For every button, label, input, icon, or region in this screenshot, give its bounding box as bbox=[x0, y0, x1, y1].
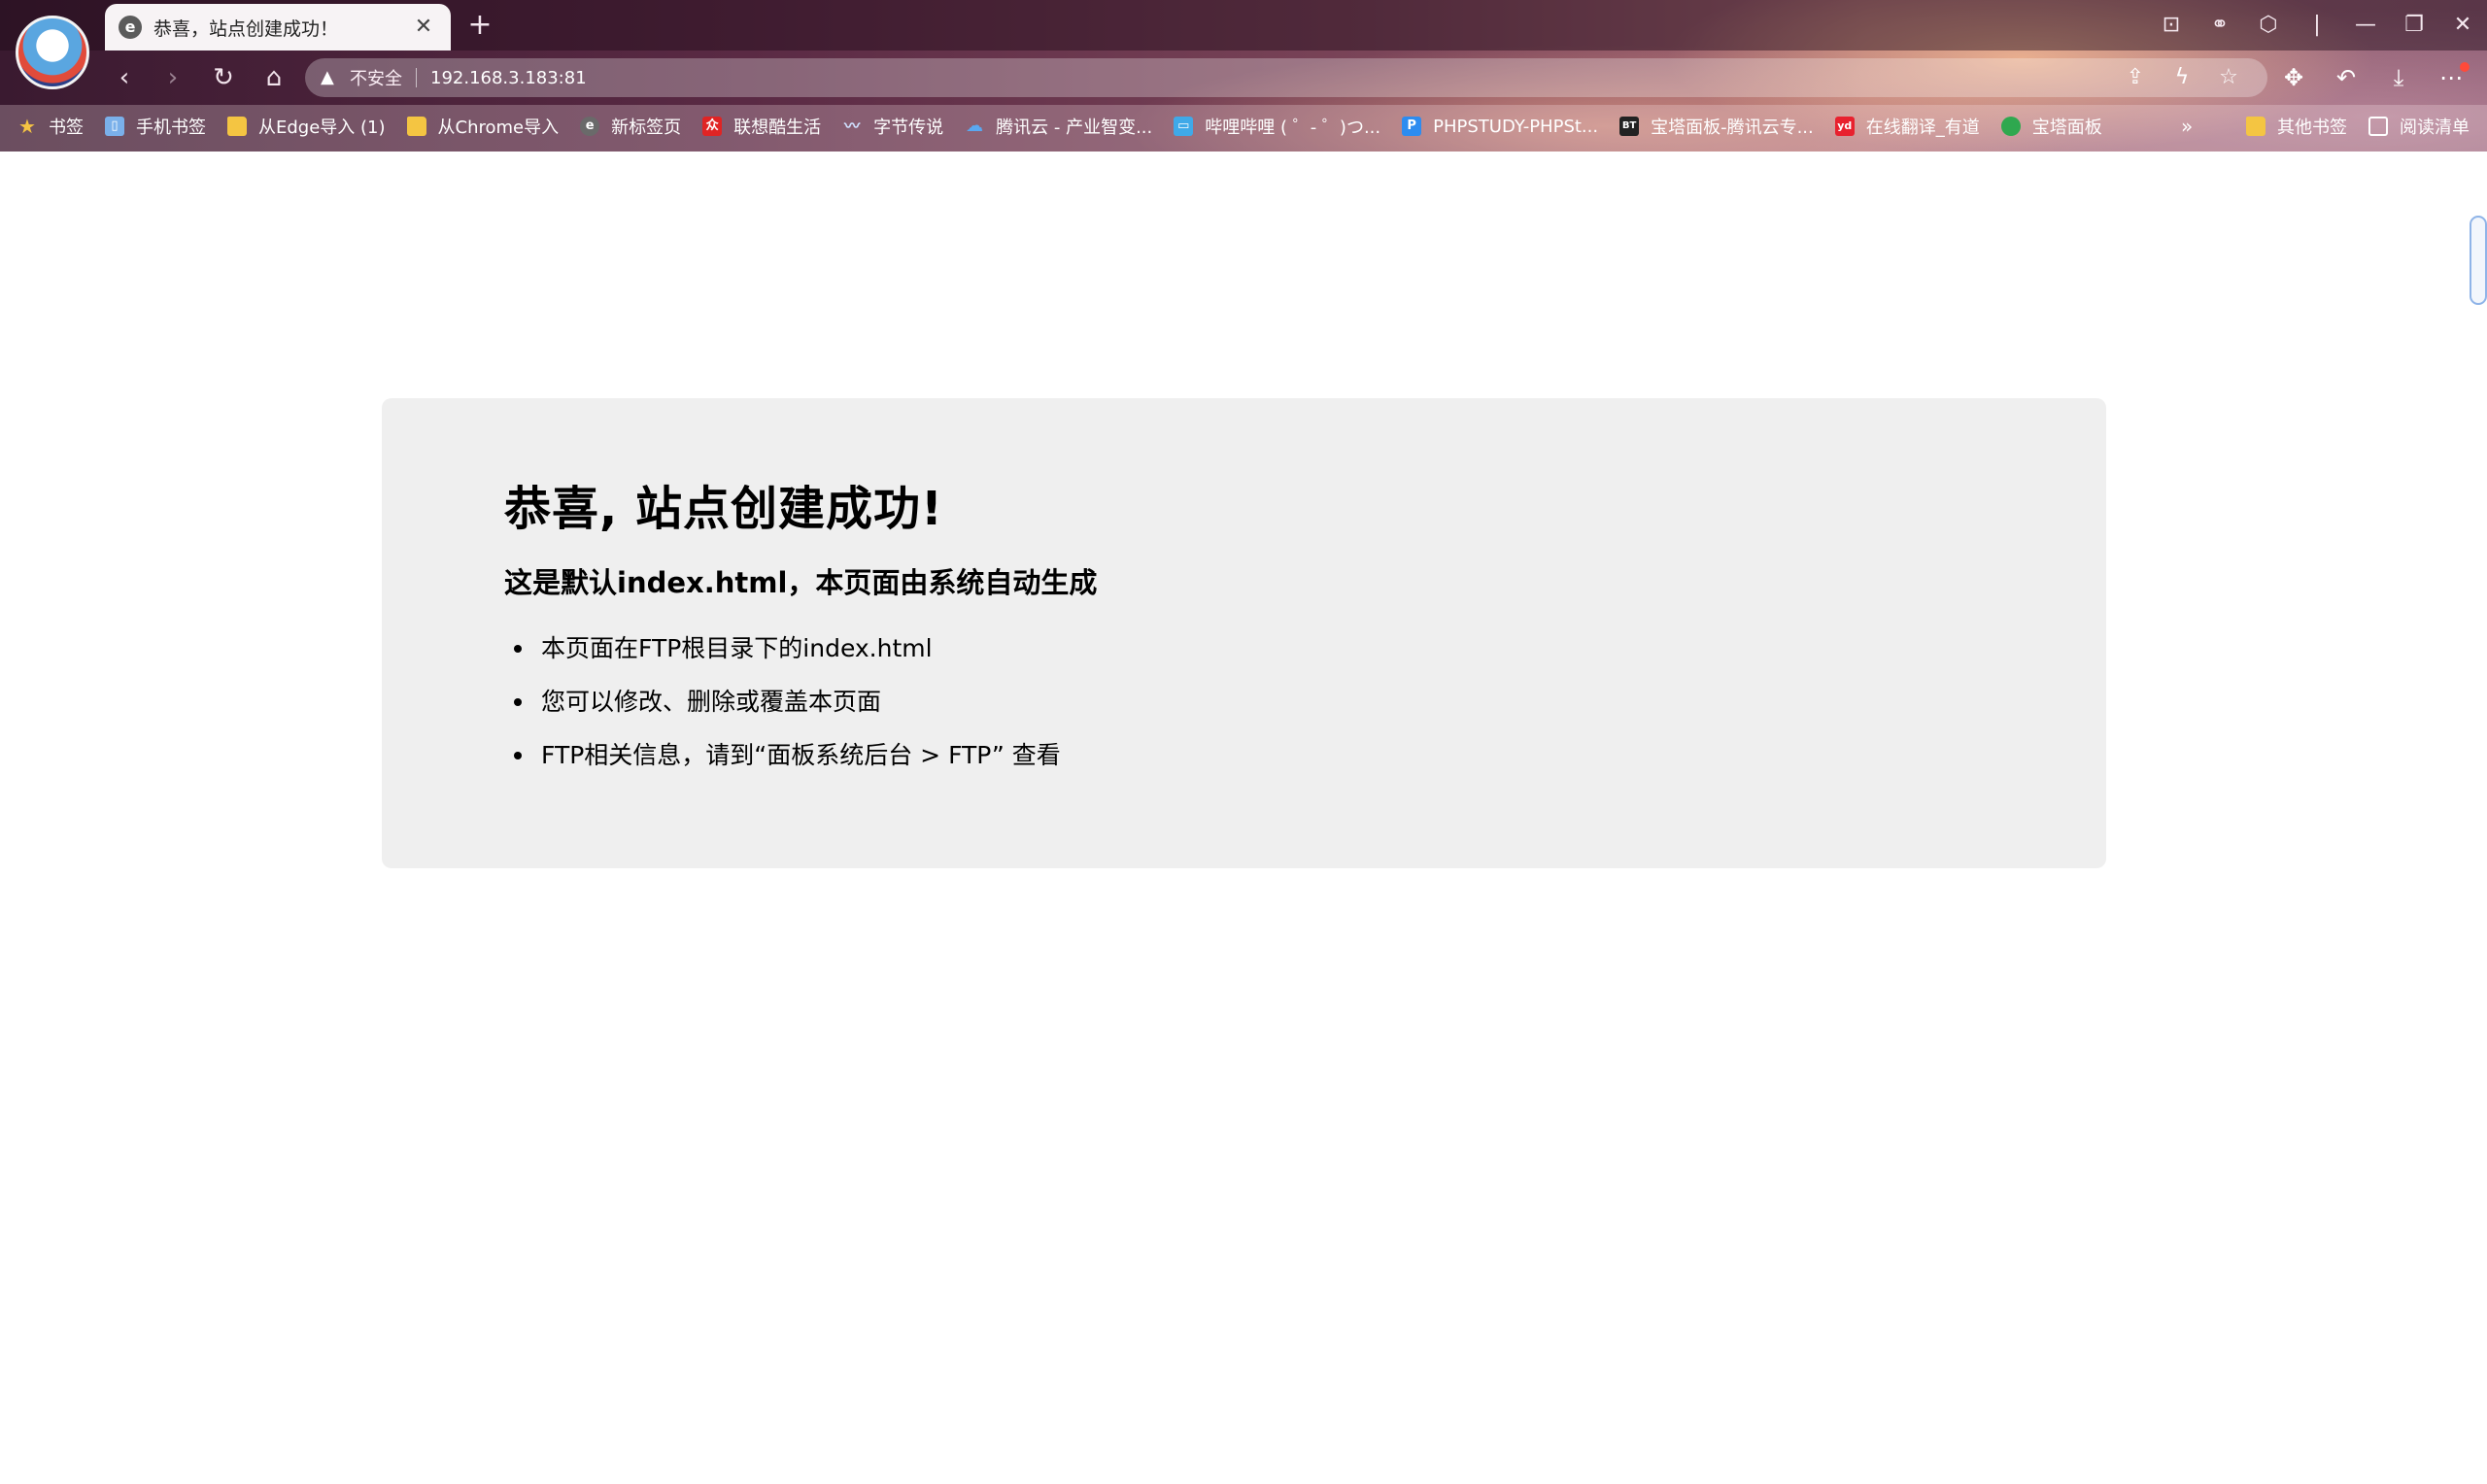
bookmark-item[interactable]: 〰 字节传说 bbox=[842, 109, 943, 144]
bullet-icon bbox=[514, 644, 522, 653]
bookmark-item[interactable]: 宝塔面板 bbox=[2000, 109, 2102, 144]
browser-icon: e bbox=[580, 117, 600, 136]
bookmark-label: 其他书签 bbox=[2277, 118, 2347, 138]
bookmark-item[interactable]: ▯ 手机书签 bbox=[105, 109, 206, 144]
back-icon[interactable]: ‹ bbox=[105, 60, 144, 95]
green-dot-icon bbox=[2000, 117, 2021, 136]
reading-list-button[interactable]: 阅读清单 bbox=[2368, 109, 2470, 144]
bt-icon: BT bbox=[1619, 117, 1640, 136]
bookmark-label: 在线翻译_有道 bbox=[1865, 118, 1980, 138]
address-bar[interactable]: ▲ 不安全 ⇪ ϟ ☆ bbox=[305, 58, 2267, 97]
tab-actions-icon[interactable]: ⊡ bbox=[2147, 6, 2196, 45]
bookmark-label: 新标签页 bbox=[611, 118, 682, 138]
p-icon: P bbox=[1402, 117, 1422, 136]
list-item: 您可以修改、删除或覆盖本页面 bbox=[504, 675, 1984, 728]
bookmark-label: 宝塔面板 bbox=[2031, 118, 2102, 138]
bookmark-label: 宝塔面板-腾讯云专... bbox=[1651, 118, 1814, 138]
bookmark-label: PHPSTUDY-PHPSt... bbox=[1433, 116, 1599, 137]
bookmark-item[interactable]: yd 在线翻译_有道 bbox=[1834, 109, 1980, 144]
download-icon[interactable]: ⤓ bbox=[2372, 58, 2425, 97]
bookmark-label: 腾讯云 - 产业智变... bbox=[996, 118, 1153, 138]
phone-icon: ▯ bbox=[105, 117, 124, 136]
bookmarks-overflow-button[interactable]: » bbox=[2181, 109, 2193, 144]
restore-icon[interactable]: ❐ bbox=[2390, 6, 2438, 45]
undo-icon[interactable]: ↶ bbox=[2320, 58, 2372, 97]
forward-icon[interactable]: › bbox=[153, 60, 192, 95]
list-item: FTP相关信息，请到“面板系统后台 > FTP” 查看 bbox=[504, 728, 1984, 782]
list-item-text: 您可以修改、删除或覆盖本页面 bbox=[541, 688, 882, 716]
list-item-text: FTP相关信息，请到“面板系统后台 > FTP” 查看 bbox=[541, 741, 1061, 769]
profile-avatar[interactable] bbox=[16, 16, 89, 89]
address-separator bbox=[416, 68, 417, 87]
bookmark-item[interactable]: ☁ 腾讯云 - 产业智变... bbox=[965, 109, 1152, 144]
warning-icon: ▲ bbox=[321, 67, 334, 87]
bullet-icon bbox=[514, 697, 522, 706]
folder-icon bbox=[406, 117, 426, 136]
info-list: 本页面在FTP根目录下的index.html 您可以修改、删除或覆盖本页面 FT… bbox=[504, 622, 1984, 782]
bookmark-item-other[interactable]: 其他书签 bbox=[2246, 109, 2347, 144]
cloud-icon: ☁ bbox=[966, 116, 984, 136]
security-label[interactable]: 不安全 bbox=[350, 65, 402, 90]
bookmark-item[interactable]: 从Edge导入 (1) bbox=[227, 109, 386, 144]
bookmark-item[interactable]: ★ 书签 bbox=[17, 109, 84, 144]
bookmark-star-icon[interactable]: ☆ bbox=[2205, 60, 2252, 95]
home-icon[interactable]: ⌂ bbox=[255, 60, 293, 95]
bookmark-label: 从Edge导入 (1) bbox=[258, 118, 386, 138]
minimize-icon[interactable]: — bbox=[2341, 6, 2390, 45]
page-heading: 恭喜, 站点创建成功! bbox=[504, 482, 943, 536]
star-icon: ★ bbox=[18, 115, 36, 138]
youdao-icon: yd bbox=[1834, 117, 1855, 136]
browser-chrome: e 恭喜，站点创建成功！ ✕ + ⊡ ⚭ ⬡ | — ❐ ✕ ‹ › ↻ ⌂ ▲… bbox=[0, 0, 2487, 152]
page-subheading: 这是默认index.html，本页面由系统自动生成 bbox=[504, 566, 1098, 599]
separator-icon: | bbox=[2313, 13, 2321, 37]
bookmark-label: 从Chrome导入 bbox=[437, 118, 560, 138]
folder-icon bbox=[2246, 117, 2266, 136]
window-controls: ⊡ ⚭ ⬡ | — ❐ ✕ bbox=[2147, 6, 2487, 45]
new-tab-button[interactable]: + bbox=[462, 8, 497, 43]
tab-title: 恭喜，站点创建成功！ bbox=[153, 17, 339, 40]
bookmark-item[interactable]: ▭ 哔哩哔哩 ( ゜- ゜)つ... bbox=[1174, 109, 1380, 144]
bookmark-item[interactable]: P PHPSTUDY-PHPSt... bbox=[1402, 109, 1598, 144]
url-input[interactable] bbox=[430, 67, 2112, 88]
bookmark-item[interactable]: 众 联想酷生活 bbox=[702, 109, 821, 144]
reload-icon[interactable]: ↻ bbox=[204, 60, 243, 95]
wave-icon: 〰 bbox=[844, 117, 861, 135]
bookmarks-right: 其他书签 阅读清单 bbox=[2246, 109, 2470, 144]
bookmark-label: 阅读清单 bbox=[2400, 118, 2470, 138]
list-item-text: 本页面在FTP根目录下的index.html bbox=[541, 634, 933, 662]
close-window-icon[interactable]: ✕ bbox=[2438, 6, 2487, 45]
reading-list-icon bbox=[2368, 117, 2388, 136]
bookmark-label: 字节传说 bbox=[873, 118, 944, 138]
browser-favicon-icon: e bbox=[119, 16, 142, 39]
bookmark-item[interactable]: 从Chrome导入 bbox=[406, 109, 560, 144]
incognito-icon[interactable]: ⚭ bbox=[2196, 6, 2244, 45]
share-icon[interactable]: ⇪ bbox=[2112, 60, 2159, 95]
lenovo-icon: 众 bbox=[702, 117, 723, 136]
menu-icon[interactable]: ⋯ bbox=[2425, 58, 2477, 97]
bookmark-item[interactable]: e 新标签页 bbox=[580, 109, 681, 144]
bookmark-label: 联想酷生活 bbox=[733, 118, 822, 138]
extensions-icon[interactable]: ✥ bbox=[2267, 58, 2320, 97]
tv-icon: ▭ bbox=[1174, 117, 1194, 136]
bookmark-label: 哔哩哔哩 ( ゜- ゜)つ... bbox=[1205, 118, 1381, 138]
content-card: 恭喜, 站点创建成功! 这是默认index.html，本页面由系统自动生成 本页… bbox=[382, 398, 2106, 868]
lightning-icon[interactable]: ϟ bbox=[2159, 60, 2205, 95]
toolbar-right: ✥ ↶ ⤓ ⋯ bbox=[2267, 58, 2477, 97]
bookmarks-bar: ★ 书签 ▯ 手机书签 从Edge导入 (1) 从Chrome导入 e 新标签页… bbox=[17, 109, 2124, 144]
bookmark-item[interactable]: BT 宝塔面板-腾讯云专... bbox=[1619, 109, 1814, 144]
extensions-shield-icon[interactable]: ⬡ bbox=[2244, 6, 2293, 45]
notification-dot bbox=[2460, 62, 2470, 72]
active-tab[interactable]: e 恭喜，站点创建成功！ ✕ bbox=[105, 4, 451, 51]
tab-close-icon[interactable]: ✕ bbox=[410, 14, 437, 41]
scrollbar-thumb[interactable] bbox=[2470, 216, 2487, 305]
folder-icon bbox=[227, 117, 247, 136]
bullet-icon bbox=[514, 751, 522, 759]
bookmark-label: 书签 bbox=[49, 118, 84, 138]
list-item: 本页面在FTP根目录下的index.html bbox=[504, 622, 1984, 675]
address-bar-icons: ⇪ ϟ ☆ bbox=[2112, 60, 2252, 95]
bookmark-label: 手机书签 bbox=[136, 118, 206, 138]
